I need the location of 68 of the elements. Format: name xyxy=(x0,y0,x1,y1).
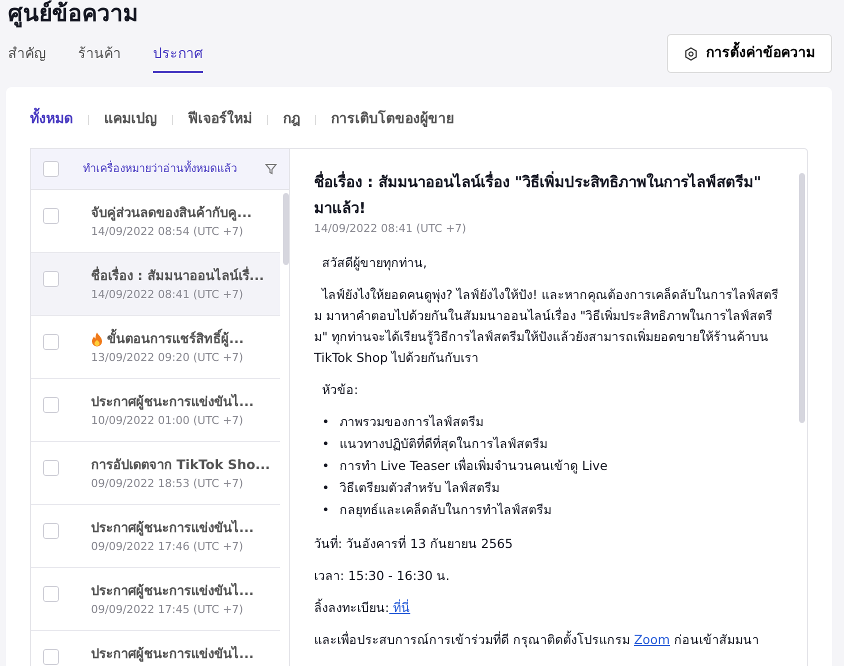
message-checkbox[interactable] xyxy=(43,649,59,665)
list-bullet: • xyxy=(322,500,330,518)
message-settings-button[interactable]: การตั้งค่าข้อความ xyxy=(667,34,832,73)
message-title: การอัปเดตจาก TikTok Sho... xyxy=(91,457,270,475)
message-item[interactable]: การอัปเดตจาก TikTok Sho... 09/09/2022 18:53 (UTC +7) xyxy=(31,442,280,505)
message-time: 10/09/2022 01:00 (UTC +7) xyxy=(91,412,244,428)
list-bullet: • xyxy=(322,412,330,430)
list-bullet: • xyxy=(322,478,330,496)
body-paragraph: ไลฟ์ยังไงให้ยอดคนดูพุ่ง? ไลฟ์ยังไงให้ปัง! และหากคุณต้องการเคล็ดลับในการไลฟ์สตรีม มาหาคำตอบไปด้วยกันในสัมมนาออนไลน์เรื่อง "วิธีเพิ่มประสิทธิภาพในการไลฟ์สตรีม" ทุกท่านจะได้เรียนรู้วิธีการไลฟ์สตรีมให้ปังแล้วยังสามารถเพิ่มยอดขายให้ร้านค้าบน TikTok Shop ไปด้วยกันกับเรา xyxy=(314,286,779,367)
message-checkbox[interactable] xyxy=(43,271,59,287)
message-item[interactable]: ประกาศผู้ชนะการแข่งขันไ... 10/09/2022 01:00 (UTC +7) xyxy=(31,379,280,442)
link[interactable]: Zoom xyxy=(634,632,670,646)
topic-list-item: แนวทางปฏิบัติที่ดีที่สุดในการไลฟ์สตรีม xyxy=(339,434,548,454)
link[interactable]: ที่นี่ xyxy=(389,600,410,614)
message-time: 14/09/2022 08:54 (UTC +7) xyxy=(91,224,244,240)
message-time: 09/09/2022 18:53 (UTC +7) xyxy=(91,476,244,492)
message-time: 14/09/2022 08:41 (UTC +7) xyxy=(91,286,244,302)
list-bullet: • xyxy=(322,434,330,452)
message-checkbox[interactable] xyxy=(43,586,59,602)
message-checkbox[interactable] xyxy=(43,460,59,476)
filter-tab[interactable]: การเติบโตของผู้ขาย xyxy=(331,109,454,130)
message-checkbox[interactable] xyxy=(43,208,59,224)
filter-tab[interactable]: ทั้งหมด xyxy=(30,109,73,130)
body-paragraph: หัวข้อ: xyxy=(321,380,360,398)
message-title: ประกาศผู้ชนะการแข่งขันไ... xyxy=(91,393,254,412)
message-item[interactable]: ชื่อเรื่อง : สัมมนาออนไลน์เรื่... 14/09/2022 08:41 (UTC +7) xyxy=(31,253,280,316)
message-item[interactable]: ประกาศผู้ชนะการแข่งขันไ... 09/09/2022 17:45 (UTC +7) xyxy=(31,568,280,631)
topic-list-item: กลยุทธ์และเคล็ดลับในการทำไลฟ์สตรีม xyxy=(339,500,552,520)
page-title: ศูนย์ข้อความ xyxy=(8,0,139,28)
message-title: จับคู่ส่วนลดของสินค้ากับคู... xyxy=(91,204,252,223)
message-time: 13/09/2022 09:20 (UTC +7) xyxy=(91,350,244,366)
message-time: 14/09/2022 08:41 (UTC +7) xyxy=(314,221,468,237)
message-title: ประกาศผู้ชนะการแข่งขันไ... xyxy=(91,519,254,538)
message-time: 09/09/2022 17:45 (UTC +7) xyxy=(91,602,244,618)
message-checkbox[interactable] xyxy=(43,334,59,350)
body-paragraph: เวลา: 15:30 - 16:30 น. xyxy=(314,566,451,584)
body-paragraph: วันที่: วันอังคารที่ 13 กันยายน 2565 xyxy=(314,534,514,552)
list-bullet: • xyxy=(322,456,330,474)
fire-icon xyxy=(91,332,103,348)
message-item[interactable]: ขั้นตอนการแชร์สิทธิ์ผู้... 13/09/2022 09:20 (UTC +7) xyxy=(31,316,280,379)
topic-list-item: วิธีเตรียมตัวสำหรับ ไลฟ์สตรีม xyxy=(339,478,500,496)
topic-list-item: ภาพรวมของการไลฟ์สตรีม xyxy=(339,412,484,430)
tab[interactable]: ประกาศ xyxy=(153,44,203,73)
message-title: ชื่อเรื่อง : สัมมนาออนไลน์เรื่... xyxy=(91,267,264,286)
body-paragraph: และเพื่อประสบการณ์การเข้าร่วมที่ดี กรุณาติดตั้งโปรแกรม Zoom ก่อนเข้าสัมมนา xyxy=(314,630,760,650)
body-paragraph: ลิ้งลงทะเบียน: ที่นี่ xyxy=(314,598,412,616)
message-title: ประกาศผู้ชนะการแข่งขันไ... xyxy=(91,582,254,601)
filter-icon[interactable] xyxy=(265,163,277,175)
message-time: 09/09/2022 17:46 (UTC +7) xyxy=(91,538,244,554)
filter-tab[interactable]: แคมเปญ xyxy=(104,109,157,130)
tab[interactable]: ร้านค้า xyxy=(78,44,121,73)
topic-list-item: การทำ Live Teaser เพื่อเพิ่มจำนวนคนเข้าดู Live xyxy=(339,456,608,476)
message-subject: ชื่อเรื่อง : สัมมนาออนไลน์เรื่อง "วิธีเพิ่มประสิทธิภาพในการไลฟ์สตรีม" มาแล้ว! xyxy=(314,170,762,219)
scrollbar[interactable] xyxy=(283,193,289,265)
message-checkbox[interactable] xyxy=(43,397,59,413)
filter-tab[interactable]: ฟีเจอร์ใหม่ xyxy=(188,109,252,130)
tab[interactable]: สำคัญ xyxy=(8,44,46,73)
message-title: ประกาศผู้ชนะการแข่งขันไ... xyxy=(91,645,254,664)
scrollbar[interactable] xyxy=(799,173,805,423)
select-all-checkbox[interactable] xyxy=(43,161,59,177)
filter-tab[interactable]: กฎ xyxy=(283,109,300,130)
message-item[interactable]: ประกาศผู้ชนะการแข่งขันไ... xyxy=(31,631,280,666)
message-item[interactable]: ประกาศผู้ชนะการแข่งขันไ... 09/09/2022 17:46 (UTC +7) xyxy=(31,505,280,568)
body-paragraph: สวัสดีผู้ขายทุกท่าน, xyxy=(321,254,428,272)
mark-all-read-link[interactable]: ทำเครื่องหมายว่าอ่านทั้งหมดแล้ว xyxy=(83,160,237,178)
message-title: ขั้นตอนการแชร์สิทธิ์ผู้... xyxy=(107,330,244,350)
message-checkbox[interactable] xyxy=(43,523,59,539)
settings-icon xyxy=(684,46,698,60)
